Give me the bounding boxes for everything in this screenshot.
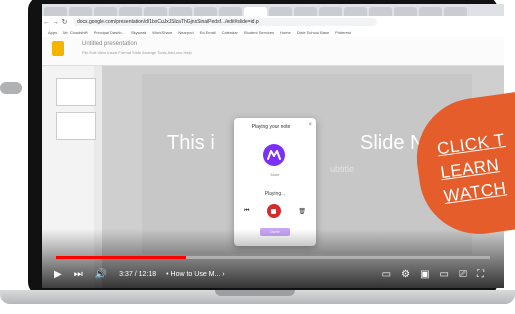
volume-icon[interactable]: 🔊 bbox=[95, 269, 107, 280]
chapter-title[interactable]: • How to Use M... › bbox=[166, 271, 224, 278]
bookmark-item[interactable]: Skyward bbox=[131, 30, 146, 35]
browser-tab[interactable] bbox=[219, 7, 242, 16]
player-right-controls: ▭ ⚙ ▣ ▭ ⎚ ⛶ bbox=[382, 269, 494, 280]
bookmark-item[interactable]: Nearpod bbox=[178, 30, 193, 35]
trash-icon[interactable]: 🗑 bbox=[298, 208, 306, 215]
browser-tab[interactable] bbox=[319, 7, 342, 16]
browser-tab[interactable] bbox=[369, 7, 392, 16]
side-object bbox=[0, 82, 22, 94]
browser-tabbar bbox=[42, 4, 504, 16]
cast-icon[interactable]: ⎚ bbox=[459, 269, 467, 280]
slides-logo-icon[interactable] bbox=[52, 41, 64, 56]
bookmark-item[interactable]: Apps bbox=[48, 30, 57, 35]
browser-tab[interactable] bbox=[269, 7, 292, 16]
browser-tab[interactable] bbox=[169, 7, 192, 16]
browser-tab[interactable] bbox=[94, 7, 117, 16]
bookmark-item[interactable]: Pinterest bbox=[335, 30, 351, 35]
bookmark-item[interactable]: Mr. Cloudshift bbox=[63, 30, 87, 35]
brand-label: Mote bbox=[270, 172, 280, 177]
browser-tab[interactable] bbox=[419, 7, 442, 16]
playing-status: Playing... bbox=[264, 191, 286, 197]
slide-subtitle: ubtitle bbox=[330, 164, 355, 174]
slide-title-left: This i bbox=[167, 132, 215, 154]
stop-icon bbox=[271, 208, 277, 214]
doc-title[interactable]: Untitled presentation bbox=[82, 41, 137, 47]
badge-line-3: WATCH bbox=[442, 178, 508, 206]
browser-tab[interactable] bbox=[144, 7, 167, 16]
address-bar[interactable]: docs.google.com/presentation/d/1bxCuJxJS… bbox=[73, 18, 377, 26]
progress-fill bbox=[56, 256, 187, 259]
play-icon[interactable]: ▶ bbox=[54, 269, 62, 280]
laptop-notch bbox=[215, 290, 295, 296]
browser-tab[interactable] bbox=[344, 7, 367, 16]
bookmark-item[interactable]: Principal Dashb... bbox=[94, 30, 125, 35]
browser-tab[interactable] bbox=[119, 7, 142, 16]
browser-toolbar: ← → ↻ docs.google.com/presentation/d/1bx… bbox=[42, 16, 504, 28]
progress-bar[interactable] bbox=[56, 256, 490, 259]
mote-logo-icon bbox=[263, 144, 285, 166]
slide-thumbnail[interactable] bbox=[56, 112, 96, 140]
subtitles-icon[interactable]: ▭ bbox=[382, 269, 391, 280]
menu-bar[interactable]: File Edit View Insert Format Slide Arran… bbox=[82, 50, 192, 55]
popup-title: Playing your note bbox=[251, 124, 291, 130]
bookmark-item[interactable]: Student Services bbox=[244, 30, 274, 35]
back-icon[interactable]: ← bbox=[42, 19, 51, 26]
forward-icon[interactable]: → bbox=[51, 19, 60, 26]
browser-tab[interactable] bbox=[44, 7, 67, 16]
restart-icon[interactable]: ⏮ bbox=[244, 208, 249, 215]
bookmark-item[interactable]: WorkShare bbox=[152, 30, 172, 35]
slides-header: Untitled presentation File Edit View Ins… bbox=[42, 37, 504, 66]
popup-controls: ⏮ 🗑 bbox=[244, 202, 306, 220]
bookmark-item[interactable]: Home bbox=[280, 30, 291, 35]
browser-tab[interactable] bbox=[394, 7, 417, 16]
reload-icon[interactable]: ↻ bbox=[60, 18, 69, 26]
playing-note-popup: Playing your note × Mote Playing... ⏮ 🗑 … bbox=[234, 118, 316, 246]
browser-tab[interactable] bbox=[194, 7, 217, 16]
theater-icon[interactable]: ▭ bbox=[440, 269, 449, 280]
browser-tab-active[interactable] bbox=[244, 7, 267, 16]
close-icon[interactable]: × bbox=[308, 122, 312, 128]
browser-tab[interactable] bbox=[294, 7, 317, 16]
miniplayer-icon[interactable]: ▣ bbox=[420, 269, 429, 280]
stop-button[interactable] bbox=[266, 204, 281, 218]
player-controls: ▶ ⏭ 🔊 3:37 / 12:18 • How to Use M... › ▭… bbox=[54, 264, 494, 284]
fullscreen-icon[interactable]: ⛶ bbox=[477, 269, 484, 280]
next-icon[interactable]: ⏭ bbox=[74, 269, 83, 280]
slide-thumbnail[interactable] bbox=[56, 78, 96, 106]
browser-tab[interactable] bbox=[69, 7, 92, 16]
settings-gear-icon[interactable]: ⚙ bbox=[401, 269, 410, 280]
bookmark-item[interactable]: Dixie School Base bbox=[297, 30, 329, 35]
bookmark-item[interactable]: Ed Email bbox=[200, 30, 216, 35]
time-display: 3:37 / 12:18 bbox=[119, 270, 157, 278]
browser-tab[interactable] bbox=[444, 7, 467, 16]
badge-line-2: LEARN bbox=[439, 155, 501, 183]
bookmark-item[interactable]: Calendar bbox=[222, 30, 238, 35]
